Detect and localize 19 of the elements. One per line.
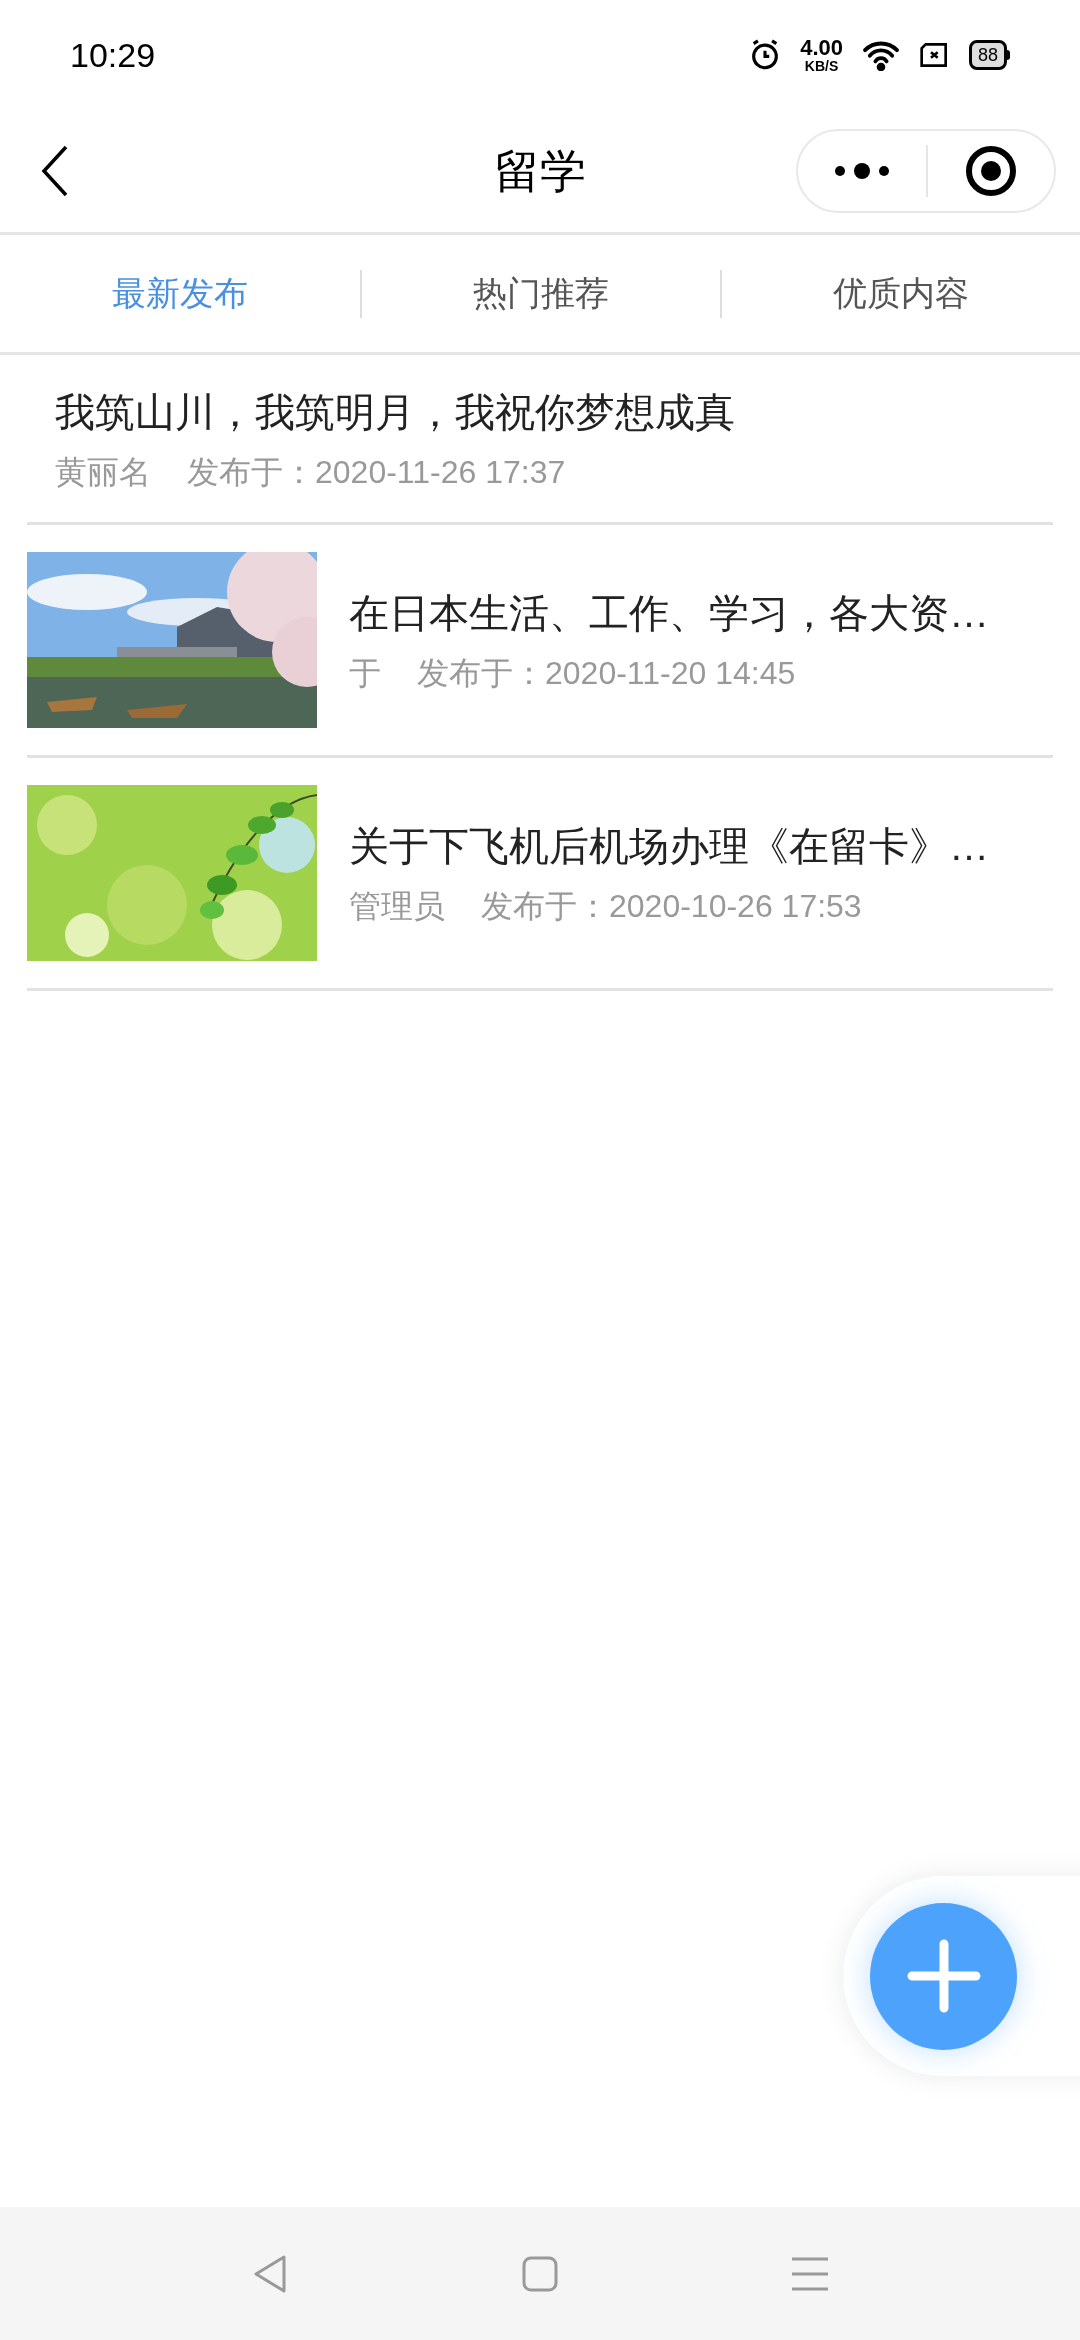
- wifi-icon: [860, 39, 901, 71]
- article-title[interactable]: 关于下飞机后机场办理《在留卡》…: [349, 816, 989, 876]
- status-time: 10:29: [70, 34, 156, 76]
- network-speed: 4.00: [800, 37, 843, 59]
- article-author: 黄丽名: [55, 452, 151, 492]
- network-speed-unit: KB/S: [804, 59, 839, 73]
- article-title[interactable]: 在日本生活、工作、学习，各大资…: [349, 583, 989, 643]
- publish-time: 发布于：2020-11-26 17:37: [187, 452, 566, 492]
- more-icon: [832, 161, 892, 181]
- publish-time: 发布于：2020-10-26 17:53: [481, 887, 862, 926]
- article-author: 于: [349, 654, 381, 693]
- article-title[interactable]: 我筑山川，我筑明月，我祝你梦想成真: [55, 381, 735, 442]
- battery-level: 88: [968, 40, 1007, 70]
- plus-icon: [905, 1938, 982, 2014]
- tab[interactable]: 热门推荐: [362, 243, 720, 344]
- tab[interactable]: 优质内容: [722, 243, 1080, 344]
- publish-time: 发布于：2020-11-20 14:45: [417, 654, 796, 693]
- page-title: 留学: [494, 143, 586, 199]
- article-author: 管理员: [349, 887, 445, 926]
